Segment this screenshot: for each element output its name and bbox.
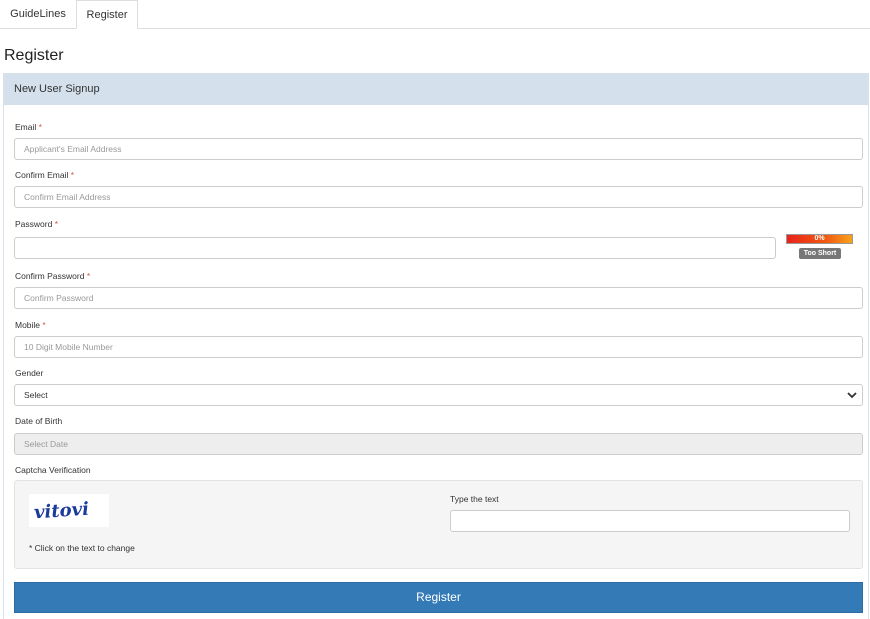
page-title: Register: [4, 47, 64, 64]
tab-bar: GuideLines Register: [0, 0, 870, 29]
confirm-password-label: Confirm Password *: [15, 271, 90, 281]
mobile-label: Mobile *: [15, 320, 46, 330]
password-label-text: Password: [15, 219, 53, 229]
gender-label: Gender: [15, 368, 44, 378]
mobile-label-text: Mobile: [15, 320, 41, 330]
gender-selected-value: Select: [24, 390, 48, 400]
captcha-type-label: Type the text: [450, 494, 499, 504]
password-input[interactable]: [14, 237, 776, 259]
captcha-text: vitovi: [33, 499, 89, 524]
required-marker: *: [38, 122, 42, 132]
captcha-label: Captcha Verification: [15, 465, 91, 475]
required-marker: *: [86, 271, 91, 281]
required-marker: *: [70, 170, 75, 180]
password-label: Password *: [15, 219, 58, 229]
dob-label: Date of Birth: [15, 416, 63, 426]
captcha-input[interactable]: [450, 510, 850, 532]
dob-input[interactable]: Select Date: [14, 433, 863, 455]
captcha-note: * Click on the text to change: [29, 543, 135, 553]
email-label: Email *: [15, 122, 42, 132]
captcha-box: vitovi * Click on the text to change Typ…: [14, 480, 863, 569]
captcha-image[interactable]: vitovi: [29, 494, 109, 527]
confirm-password-label-text: Confirm Password: [15, 271, 85, 281]
required-marker: *: [42, 320, 46, 330]
tab-register[interactable]: Register: [76, 0, 138, 29]
register-button[interactable]: Register: [14, 582, 863, 613]
password-strength-badge: Too Short: [799, 248, 841, 259]
confirm-email-label: Confirm Email *: [15, 170, 74, 180]
email-input[interactable]: Applicant's Email Address: [14, 138, 863, 160]
mobile-input[interactable]: 10 Digit Mobile Number: [14, 336, 863, 358]
captcha-image-graphic: vitovi: [33, 499, 89, 524]
tab-guidelines[interactable]: GuideLines: [0, 0, 76, 29]
chevron-down-icon: [847, 392, 857, 399]
confirm-password-input[interactable]: Confirm Password: [14, 287, 863, 309]
required-marker: *: [54, 219, 59, 229]
email-label-text: Email: [15, 122, 37, 132]
panel-heading: New User Signup: [4, 74, 868, 105]
confirm-email-label-text: Confirm Email: [15, 170, 69, 180]
password-strength-bar: 0%: [786, 234, 853, 244]
gender-select[interactable]: Select: [14, 384, 863, 406]
signup-panel: New User Signup Email * Applicant's Emai…: [3, 73, 869, 619]
confirm-email-input[interactable]: Confirm Email Address: [14, 186, 863, 208]
